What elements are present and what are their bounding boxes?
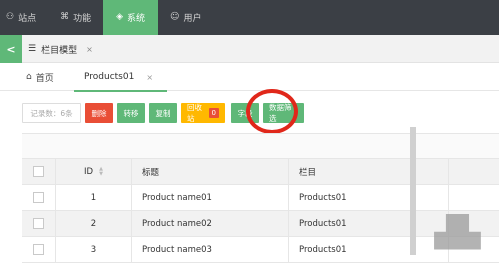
tab-products01[interactable]: Products01 ×	[73, 63, 168, 92]
cell-column: Products01	[289, 185, 449, 210]
copy-button[interactable]: 复制	[149, 103, 177, 123]
cell-title: Product name03	[132, 237, 289, 262]
top-navigation: ⚇ 站点 ⌘ 功能 ◈ 系统 ☺ 用户	[0, 0, 499, 35]
move-button[interactable]: 转移	[117, 103, 145, 123]
annotation-circle	[246, 89, 298, 134]
select-all-checkbox[interactable]	[33, 166, 44, 177]
cell-title: Product name01	[132, 185, 289, 210]
page-tab-strip: < ☰ 栏目模型 ×	[0, 35, 499, 63]
column-header-column: 栏目	[289, 159, 449, 184]
row-checkbox[interactable]	[33, 192, 44, 203]
close-icon[interactable]: ×	[86, 45, 93, 54]
cell-id: 2	[56, 211, 132, 236]
header-label: ID	[84, 166, 94, 177]
watermark-logo: ▟▙	[434, 215, 481, 250]
sub-tab-bar: ⌂ 首页 Products01 ×	[0, 63, 499, 92]
recycle-count-badge: 0	[208, 108, 219, 118]
nav-item-label: 功能	[73, 14, 92, 24]
menu-icon: ☰	[28, 44, 37, 54]
close-icon[interactable]: ×	[146, 73, 153, 82]
sort-icon[interactable]: ▲ ▼	[99, 166, 103, 177]
nav-item-user[interactable]: ☺ 用户	[158, 0, 211, 35]
row-checkbox[interactable]	[33, 218, 44, 229]
table-toolbar-row	[22, 134, 499, 159]
nav-item-label: 用户	[183, 14, 202, 24]
nav-item-label: 站点	[18, 14, 37, 24]
nav-item-label: 系统	[127, 14, 146, 24]
cell-title: Product name02	[132, 211, 289, 236]
nav-item-system[interactable]: ◈ 系统	[103, 0, 159, 35]
tab-label: Products01	[84, 72, 135, 82]
row-checkbox[interactable]	[33, 244, 44, 255]
page-tab-column-model[interactable]: ☰ 栏目模型 ×	[28, 35, 93, 63]
cell-id: 1	[56, 185, 132, 210]
tab-home[interactable]: ⌂ 首页	[26, 63, 54, 91]
tab-label: 首页	[35, 73, 54, 84]
cell-id: 3	[56, 237, 132, 262]
tab-label: 栏目模型	[41, 45, 78, 56]
delete-button[interactable]: 删除	[85, 103, 113, 123]
function-icon: ⌘	[60, 12, 70, 22]
recycle-label: 回收站	[187, 103, 202, 123]
layers-icon: ◈	[116, 12, 124, 22]
column-header-id[interactable]: ID ▲ ▼	[56, 159, 132, 184]
nav-item-site[interactable]: ⚇ 站点	[0, 0, 46, 35]
nav-item-function[interactable]: ⌘ 功能	[46, 0, 103, 35]
record-count: 记录数：6条	[22, 103, 81, 123]
recycle-bin-button[interactable]: 回收站 0	[181, 103, 225, 123]
column-header-title: 标题	[132, 159, 289, 184]
org-icon: ⚇	[6, 12, 15, 22]
sidebar-toggle-button[interactable]: <	[0, 35, 22, 63]
table-row[interactable]: 1 Product name01 Products01	[22, 185, 499, 211]
table-header-row: ID ▲ ▼ 标题 栏目	[22, 159, 499, 185]
user-icon: ☺	[170, 12, 180, 22]
home-icon: ⌂	[26, 72, 32, 82]
